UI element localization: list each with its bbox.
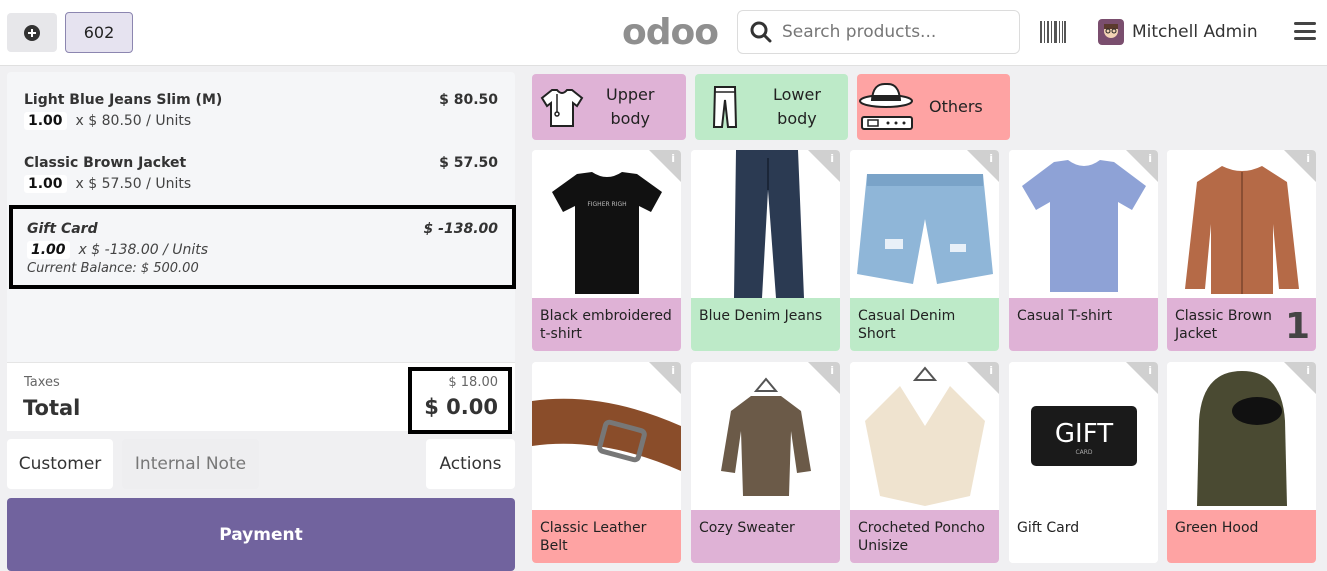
info-icon[interactable] xyxy=(1126,150,1158,182)
product-card[interactable]: i Cozy Sweater xyxy=(691,362,840,563)
info-icon[interactable] xyxy=(649,150,681,182)
category-upper-body[interactable]: Upper body xyxy=(532,74,686,140)
product-name: Cozy Sweater xyxy=(691,510,840,563)
gift-card-balance: Current Balance: $ 500.00 xyxy=(27,261,199,276)
order-line-unit: x $ -138.00 / Units xyxy=(78,242,209,258)
payment-button[interactable]: Payment xyxy=(7,498,515,571)
search-input[interactable] xyxy=(782,22,1002,42)
info-icon[interactable] xyxy=(967,150,999,182)
order-line-price: $ 80.50 xyxy=(439,92,498,108)
order-line-qty: 1.00 xyxy=(27,241,70,259)
category-label: Upper xyxy=(606,85,655,104)
order-line-selected[interactable]: Gift Card $ -138.00 1.00 x $ -138.00 / Un… xyxy=(9,205,516,289)
product-card[interactable]: i Classic Brown Jacket 1 xyxy=(1167,150,1316,351)
info-icon[interactable] xyxy=(1284,150,1316,182)
user-menu[interactable]: Mitchell Admin xyxy=(1098,19,1258,45)
product-card[interactable]: GIFT CARD i Gift Card xyxy=(1009,362,1158,563)
product-name: Classic Leather Belt xyxy=(532,510,681,563)
svg-text:GIFT: GIFT xyxy=(1054,419,1112,449)
order-line-price: $ -138.00 xyxy=(423,221,498,237)
order-line-name: Light Blue Jeans Slim (M) xyxy=(24,92,223,108)
order-line[interactable]: Classic Brown Jacket $ 57.50 1.00 x $ 57.… xyxy=(7,155,515,193)
odoo-logo: odoo xyxy=(622,12,719,53)
product-name: Casual T-shirt xyxy=(1009,298,1158,351)
top-bar: 602 odoo Mitchell Admin xyxy=(0,0,1327,66)
menu-icon[interactable] xyxy=(1294,22,1316,40)
order-line-qty: 1.00 xyxy=(24,112,67,130)
product-name: Black embroidered t-shirt xyxy=(532,298,681,351)
order-line-unit: x $ 80.50 / Units xyxy=(75,113,192,129)
product-card[interactable]: FIGHER RIGH i Black embroidered t-shirt xyxy=(532,150,681,351)
info-icon[interactable] xyxy=(649,362,681,394)
category-label: body xyxy=(777,109,817,128)
product-card[interactable]: i Crocheted Poncho Unisize xyxy=(850,362,999,563)
product-name: Crocheted Poncho Unisize xyxy=(850,510,999,563)
customer-button[interactable]: Customer xyxy=(7,439,113,489)
actions-button[interactable]: Actions xyxy=(426,439,515,489)
hat-belt-icon xyxy=(857,77,917,137)
product-card[interactable]: i Blue Denim Jeans xyxy=(691,150,840,351)
svg-text:CARD: CARD xyxy=(1075,449,1092,456)
product-name: Blue Denim Jeans xyxy=(691,298,840,351)
order-line[interactable]: Light Blue Jeans Slim (M) $ 80.50 1.00 x … xyxy=(7,92,515,130)
product-quantity-badge: 1 xyxy=(1284,306,1310,347)
order-line-price: $ 57.50 xyxy=(439,155,498,171)
pants-icon xyxy=(695,77,755,137)
info-icon[interactable] xyxy=(1284,362,1316,394)
order-tab[interactable]: 602 xyxy=(65,12,133,53)
category-label: Others xyxy=(929,97,983,116)
category-label: body xyxy=(610,109,651,128)
total-value: $ 0.00 xyxy=(424,395,498,419)
plus-circle-icon xyxy=(24,24,40,41)
category-label: Lower xyxy=(773,85,821,104)
new-order-button[interactable] xyxy=(7,13,57,52)
product-card[interactable]: i Classic Leather Belt xyxy=(532,362,681,563)
barcode-icon[interactable] xyxy=(1040,21,1066,43)
search-icon xyxy=(750,21,772,43)
user-name: Mitchell Admin xyxy=(1132,22,1258,42)
info-icon[interactable] xyxy=(808,150,840,182)
product-name: Gift Card xyxy=(1009,510,1158,563)
search-bar[interactable] xyxy=(737,10,1020,54)
tshirt-icon xyxy=(532,77,592,137)
info-icon[interactable] xyxy=(1126,362,1158,394)
product-card[interactable]: i Casual Denim Short xyxy=(850,150,999,351)
internal-note-button[interactable]: Internal Note xyxy=(122,439,259,489)
taxes-value: $ 18.00 xyxy=(448,375,498,390)
product-card[interactable]: i Green Hood xyxy=(1167,362,1316,563)
order-line-name: Classic Brown Jacket xyxy=(24,155,187,171)
product-card[interactable]: i Casual T-shirt xyxy=(1009,150,1158,351)
order-totals: Taxes Total $ 18.00 $ 0.00 xyxy=(7,362,515,434)
total-label: Total xyxy=(23,396,81,420)
avatar xyxy=(1098,19,1124,45)
category-lower-body[interactable]: Lower body xyxy=(695,74,848,140)
svg-text:FIGHER RIGH: FIGHER RIGH xyxy=(587,201,626,208)
category-others[interactable]: Others xyxy=(857,74,1010,140)
info-icon[interactable] xyxy=(808,362,840,394)
info-icon[interactable] xyxy=(967,362,999,394)
order-line-qty: 1.00 xyxy=(24,175,67,193)
order-line-unit: x $ 57.50 / Units xyxy=(75,176,192,192)
total-highlight: $ 18.00 $ 0.00 xyxy=(408,367,512,434)
product-name: Casual Denim Short xyxy=(850,298,999,351)
taxes-label: Taxes xyxy=(24,375,60,390)
product-name: Green Hood xyxy=(1167,510,1316,563)
